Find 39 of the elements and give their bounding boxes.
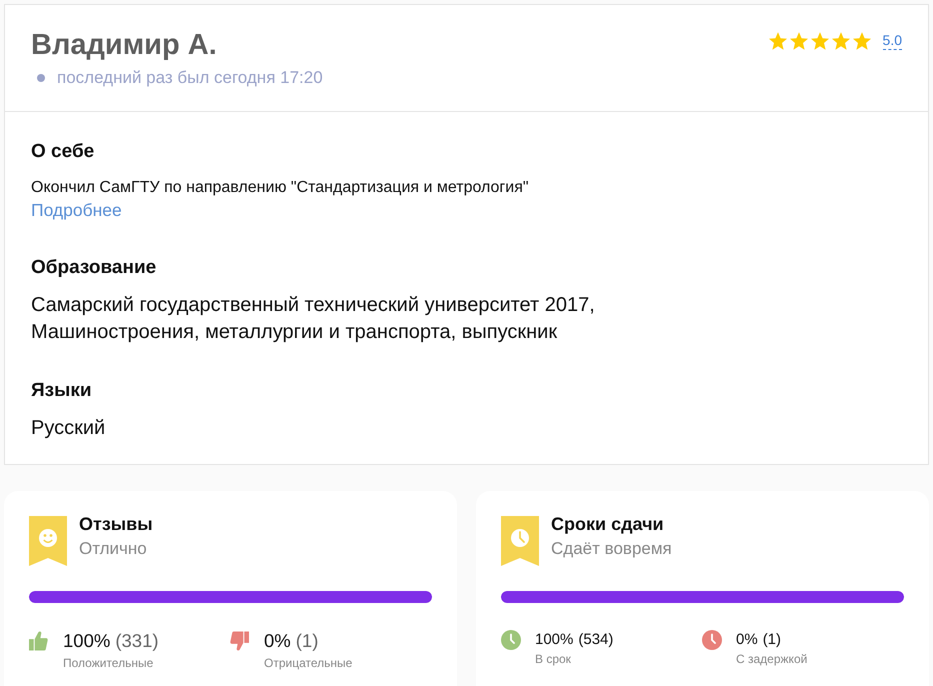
count-value: (1) xyxy=(296,630,318,651)
ribbon-clock-icon xyxy=(501,516,539,566)
star-icon xyxy=(810,32,829,50)
thumbs-up-icon xyxy=(29,630,48,652)
percent-value: 100% xyxy=(535,631,574,648)
clock-icon xyxy=(702,630,722,650)
section-text: Русский xyxy=(31,416,106,441)
percent-value: 0% xyxy=(264,630,291,651)
section-title: Языки xyxy=(31,379,93,403)
star-icon xyxy=(768,32,787,50)
stat-label: В срок xyxy=(535,651,572,667)
rating-link[interactable]: 5.0 xyxy=(882,32,902,50)
card-title: Сроки сдачи xyxy=(551,513,665,535)
count-value: (1) xyxy=(762,631,782,648)
about-text: Окончил СамГТУ по направлению "Стандартизация и метрология" xyxy=(31,178,530,198)
percent-value: 0% xyxy=(736,631,758,648)
stat-label: Положительные xyxy=(63,655,154,671)
card-title: Отзывы xyxy=(79,513,153,535)
section-text: Машиностроения, металлургии и транспорта, выпускник xyxy=(31,320,558,345)
percent-value: 100% xyxy=(63,630,110,651)
last-seen-text: последний раз был сегодня 17:20 xyxy=(57,67,323,89)
star-icon xyxy=(852,32,871,50)
more-link[interactable]: Подробнее xyxy=(31,199,122,221)
thumbs-down-icon xyxy=(230,630,249,652)
count-value: (534) xyxy=(578,631,614,648)
ribbon-smiley-icon xyxy=(29,516,67,566)
user-name: Владимир А. xyxy=(31,28,218,62)
stat-label: Отрицательные xyxy=(264,655,352,671)
card-subtitle: Сдаёт вовремя xyxy=(551,538,672,560)
star-icon xyxy=(832,32,850,50)
clock-icon xyxy=(501,630,521,650)
star-icon xyxy=(790,32,808,50)
card-subtitle: Отлично xyxy=(79,538,148,560)
stat-label: С задержкой xyxy=(736,651,808,667)
section-text: Самарский государственный технический университет 2017, xyxy=(31,293,596,318)
section-title: Образование xyxy=(31,256,158,280)
count-value: (331) xyxy=(115,630,159,651)
status-dot-icon xyxy=(37,74,45,82)
section-title: О себе xyxy=(31,140,96,164)
